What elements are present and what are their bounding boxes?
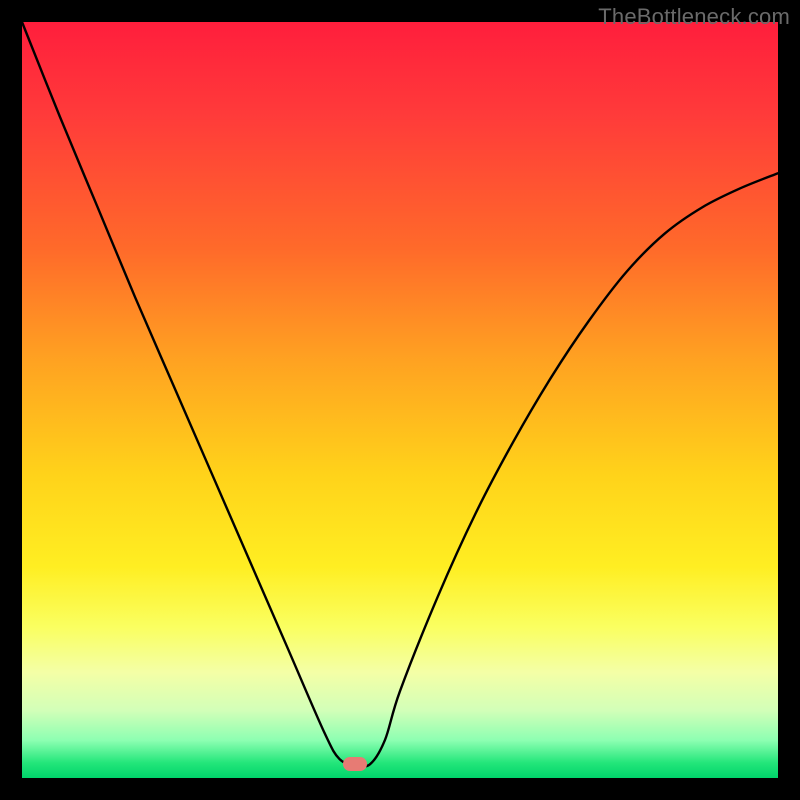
plot-area <box>22 22 778 778</box>
curve-minimum-marker <box>343 757 367 771</box>
bottleneck-curve <box>22 22 778 778</box>
chart-frame: TheBottleneck.com <box>0 0 800 800</box>
watermark-text: TheBottleneck.com <box>598 4 790 30</box>
